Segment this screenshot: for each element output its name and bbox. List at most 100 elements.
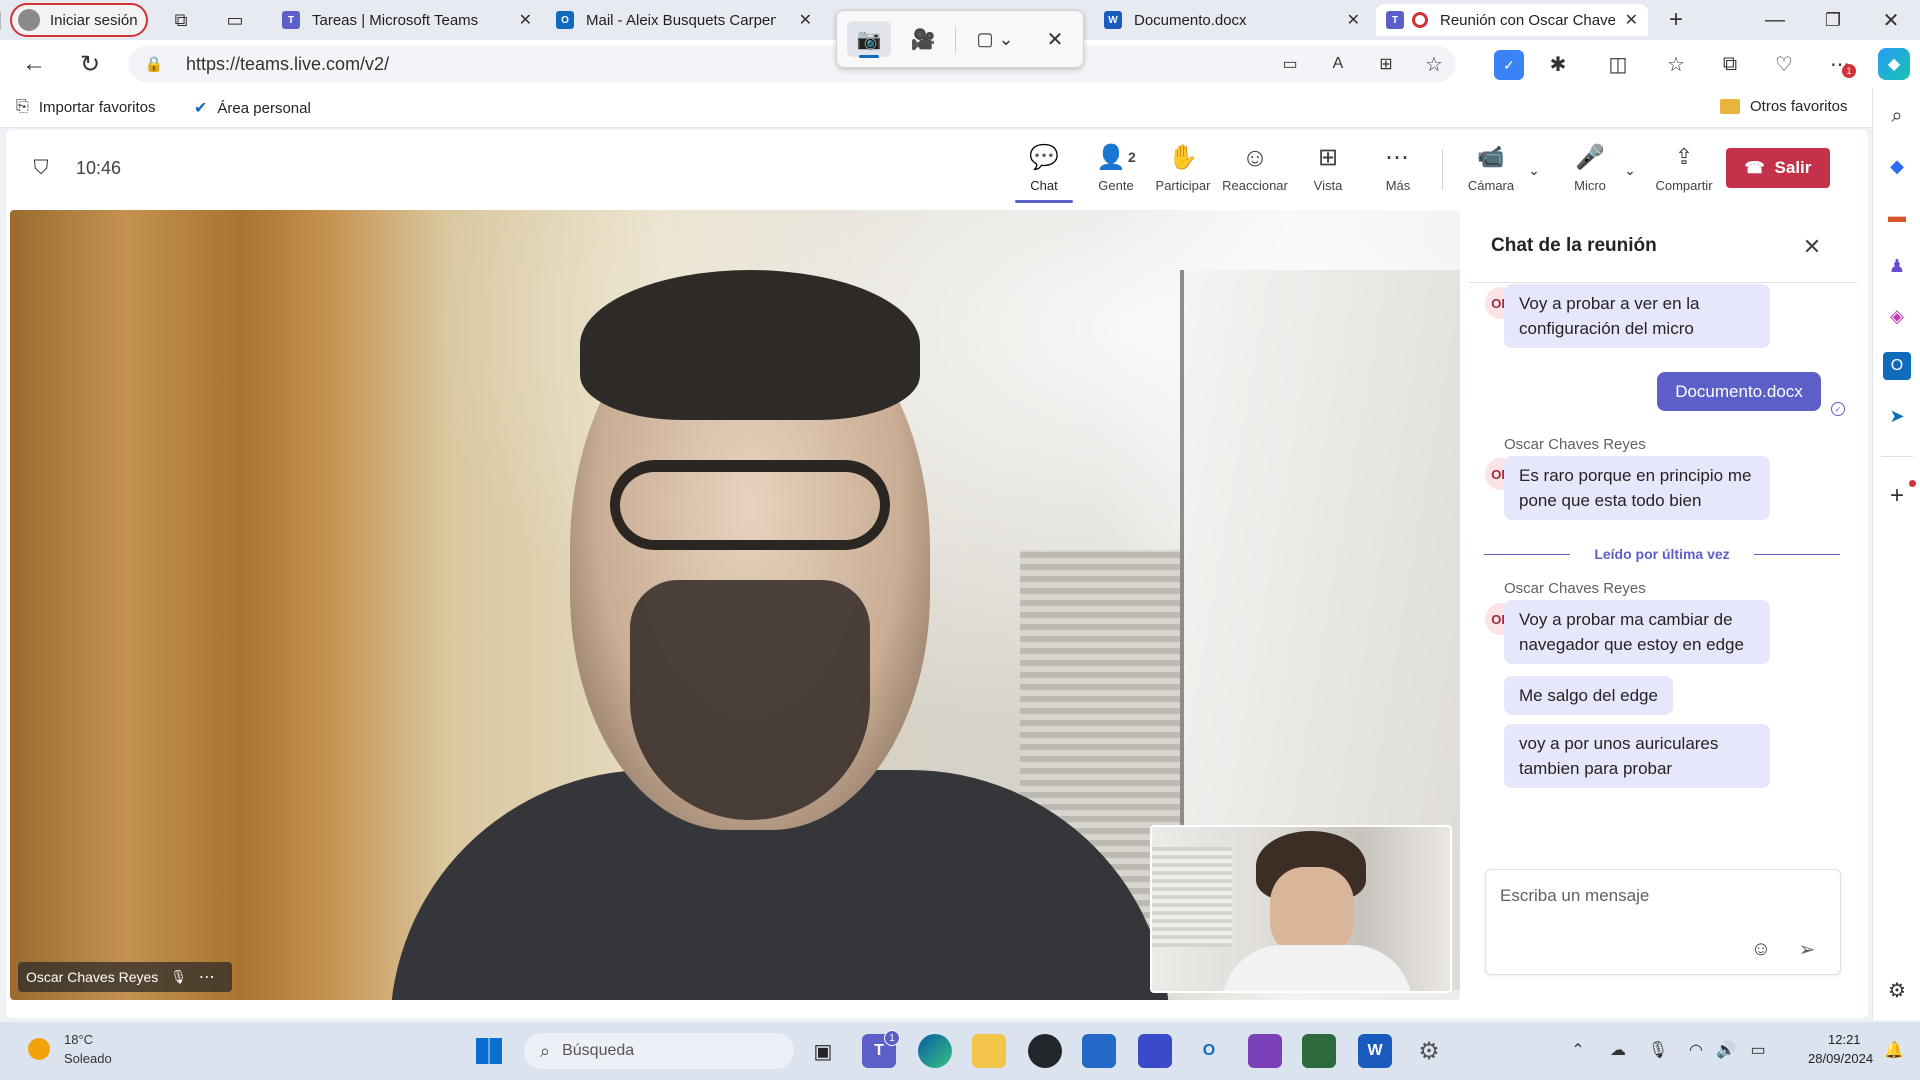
send-message-icon[interactable]: ➢ <box>1794 936 1820 962</box>
chat-message[interactable]: Voy a probar a ver en la configuración d… <box>1504 284 1770 348</box>
close-tab-icon[interactable]: ✕ <box>799 10 812 30</box>
new-tab-icon[interactable]: + <box>1662 6 1690 34</box>
profile-button[interactable]: Iniciar sesión <box>10 3 148 37</box>
capture-mode-icon[interactable]: ▢ ⌄ <box>965 21 1025 57</box>
search-icon[interactable]: ⌕ <box>1883 102 1911 130</box>
minimize-icon[interactable]: — <box>1760 6 1790 34</box>
tab-actions-icon[interactable]: ▭ <box>222 8 248 32</box>
extensions-puzzle-icon[interactable]: ✱ <box>1544 50 1572 78</box>
url-field[interactable]: 🔒 https://teams.live.com/v2/ ▭ A ⊞ ☆ <box>128 46 1456 82</box>
show-hidden-icons[interactable]: ⌃ <box>1566 1038 1590 1062</box>
chat-message[interactable]: Voy a probar ma cambiar de navegador que… <box>1504 600 1770 664</box>
media-app-icon[interactable] <box>1028 1034 1062 1068</box>
mic-tray-icon[interactable]: 🎙 <box>1646 1038 1670 1062</box>
view-button[interactable]: ⊞ Vista <box>1298 142 1358 202</box>
favorite-label: Área personal <box>217 99 311 117</box>
start-button[interactable] <box>472 1034 506 1068</box>
copilot-icon[interactable]: ◆ <box>1878 48 1910 80</box>
vpn-app-icon[interactable] <box>1138 1034 1172 1068</box>
tools-icon[interactable]: ▬ <box>1883 202 1911 230</box>
chat-message[interactable]: voy a por unos auriculares tambien para … <box>1504 724 1770 788</box>
outlook-icon[interactable]: O <box>1883 352 1911 380</box>
favorites-icon[interactable]: ☆ <box>1662 50 1690 78</box>
settings-app-icon[interactable]: ⚙ <box>1412 1034 1446 1068</box>
battery-icon[interactable]: ▭ <box>1746 1038 1770 1062</box>
workspaces-icon[interactable]: ⧉ <box>168 8 194 32</box>
tab-mail[interactable]: O Mail - Aleix Busquets Carpena ✕ <box>546 4 822 36</box>
calculator-icon[interactable] <box>1302 1034 1336 1068</box>
lock-icon[interactable]: 🔒 <box>144 54 164 74</box>
url-text: https://teams.live.com/v2/ <box>186 54 390 74</box>
more-button[interactable]: ⋯ Más <box>1368 142 1428 202</box>
task-view-icon[interactable]: ▣ <box>806 1034 840 1068</box>
window-blind-shape <box>1152 847 1232 947</box>
browser-essentials-icon[interactable]: ♡ <box>1770 50 1798 78</box>
chat-message[interactable]: Me salgo del edge <box>1504 676 1673 715</box>
close-tab-icon[interactable]: ✕ <box>519 10 532 30</box>
wifi-icon[interactable]: ◠ <box>1684 1038 1708 1062</box>
camera-button[interactable]: 📹 Cámara <box>1458 142 1524 202</box>
volume-icon[interactable]: 🔊 <box>1714 1038 1738 1062</box>
tab-document[interactable]: W Documento.docx ✕ <box>1094 4 1370 36</box>
extension-icon[interactable]: ✓ <box>1494 50 1524 80</box>
sidebar-settings-icon[interactable]: ⚙ <box>1883 976 1911 1004</box>
store-app-icon[interactable] <box>1082 1034 1116 1068</box>
share-button[interactable]: ⇪ Compartir <box>1646 142 1722 202</box>
notifications-bell-icon[interactable]: 🔔 <box>1882 1038 1906 1062</box>
more-options-icon[interactable]: ⋯ <box>199 967 215 987</box>
favorite-star-icon[interactable]: ☆ <box>1422 52 1446 76</box>
taskbar-search[interactable]: ⌕ Búsqueda <box>524 1033 794 1069</box>
close-tab-icon[interactable]: ✕ <box>1625 10 1638 30</box>
camera-options-chevron-icon[interactable]: ⌄ <box>1524 158 1544 182</box>
weather-icon[interactable] <box>28 1038 50 1060</box>
close-capture-icon[interactable]: ✕ <box>1037 21 1073 57</box>
react-button[interactable]: ☺ Reaccionar <box>1218 142 1292 202</box>
video-capture-icon[interactable]: 🎥 <box>901 21 945 57</box>
raise-hand-button[interactable]: ✋ Participar <box>1148 142 1218 202</box>
split-screen-icon[interactable]: ◫ <box>1604 50 1632 78</box>
other-favorites[interactable]: Otros favoritos <box>1720 98 1848 115</box>
file-explorer-icon[interactable] <box>972 1034 1006 1068</box>
games-icon[interactable]: ♟ <box>1883 252 1911 280</box>
chat-label: Chat <box>1030 178 1058 193</box>
shield-icon[interactable]: ⛉ <box>28 154 54 182</box>
word-app-icon[interactable]: W <box>1358 1034 1392 1068</box>
outlook-app-icon[interactable]: O <box>1192 1034 1226 1068</box>
favorite-personal-area[interactable]: ✔ Área personal <box>194 98 311 118</box>
clock-time[interactable]: 12:21 <box>1828 1032 1861 1047</box>
tab-teams-tasks[interactable]: T Tareas | Microsoft Teams ✕ <box>272 4 542 36</box>
app-available-icon[interactable]: ⊞ <box>1374 52 1398 76</box>
clock-date[interactable]: 28/09/2024 <box>1808 1051 1873 1066</box>
shopping-icon[interactable]: ◆ <box>1883 152 1911 180</box>
self-preview-video[interactable] <box>1150 825 1452 993</box>
mic-button[interactable]: 🎤 Micro <box>1562 142 1618 202</box>
maximize-icon[interactable]: ❐ <box>1818 6 1848 34</box>
collections-icon[interactable]: ⧉ <box>1716 50 1744 78</box>
attachment-message[interactable]: Documento.docx <box>1657 372 1821 411</box>
read-aloud-icon[interactable]: A <box>1326 52 1350 76</box>
add-icon[interactable]: + <box>1883 482 1911 510</box>
people-button[interactable]: 👤 2 Gente <box>1086 142 1146 202</box>
emoji-icon[interactable]: ☺ <box>1748 936 1774 962</box>
visual-studio-icon[interactable] <box>1248 1034 1282 1068</box>
network-status-icon[interactable]: ☁ <box>1606 1038 1630 1062</box>
tab-meeting[interactable]: T Reunión con Oscar Chaves ✕ <box>1376 4 1648 36</box>
send-icon[interactable]: ➤ <box>1883 402 1911 430</box>
refresh-icon[interactable]: ↻ <box>76 50 104 78</box>
back-icon[interactable]: ← <box>20 50 48 78</box>
office-icon[interactable]: ◈ <box>1883 302 1911 330</box>
leave-button[interactable]: ☎ Salir <box>1726 148 1830 188</box>
teams-icon: T <box>282 11 300 29</box>
chat-message[interactable]: Es raro porque en principio me pone que … <box>1504 456 1770 520</box>
chat-panel: Chat de la reunión ✕ OR Voy a probar a v… <box>1469 210 1857 1010</box>
favorite-import[interactable]: ⎘ Importar favoritos <box>16 98 156 116</box>
close-window-icon[interactable]: ✕ <box>1876 6 1906 34</box>
camera-icon[interactable]: ▭ <box>1278 52 1302 76</box>
mic-options-chevron-icon[interactable]: ⌄ <box>1620 158 1640 182</box>
camera-capture-icon[interactable]: 📷 <box>847 21 891 57</box>
chat-button[interactable]: 💬 Chat <box>1014 142 1074 203</box>
close-tab-icon[interactable]: ✕ <box>1347 10 1360 30</box>
edge-app-icon[interactable] <box>918 1034 952 1068</box>
close-chat-icon[interactable]: ✕ <box>1797 232 1827 262</box>
message-compose-box[interactable]: Escriba un mensaje ☺ ➢ <box>1485 869 1841 975</box>
